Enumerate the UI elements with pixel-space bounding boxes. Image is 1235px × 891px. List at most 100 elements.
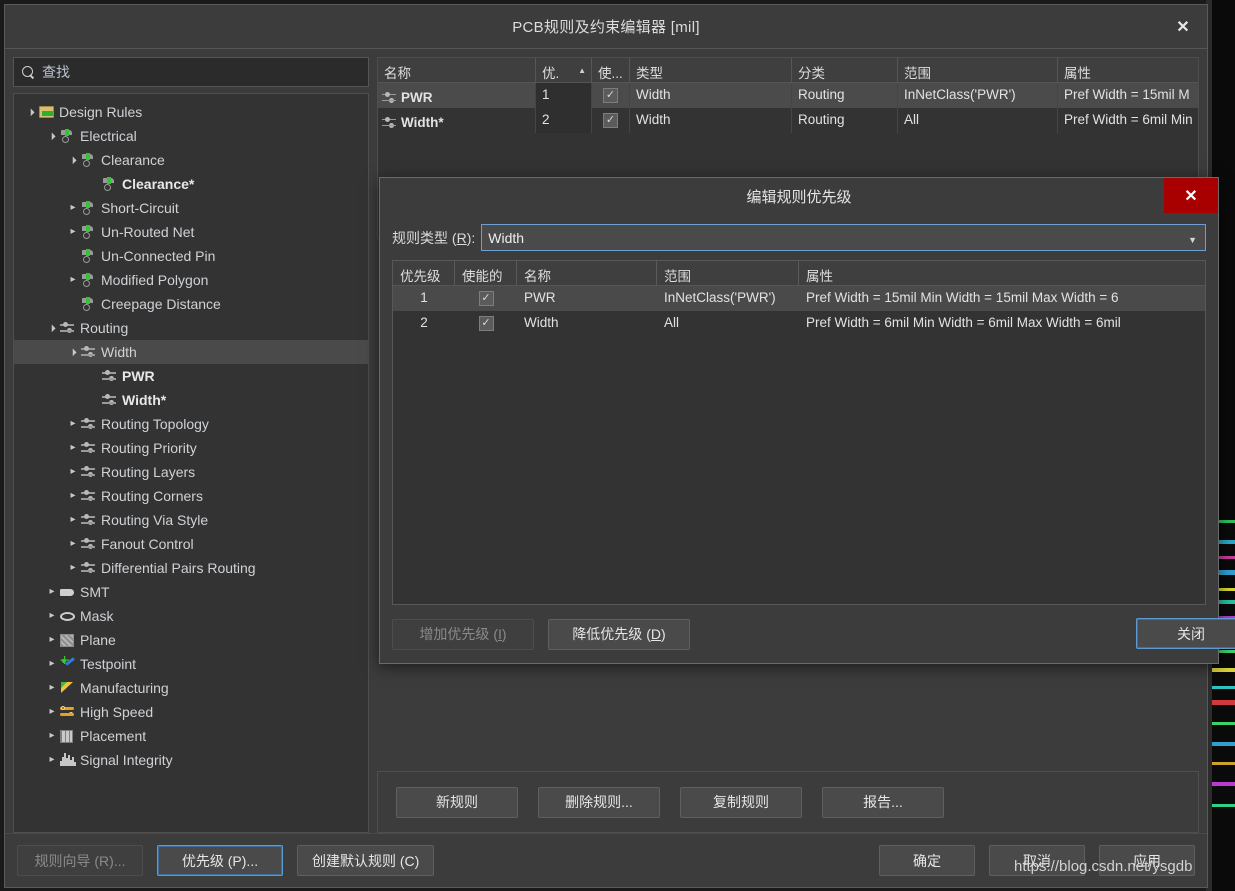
rules-table-body[interactable]: PWR 1 ✓ Width Routing InNetClass('PWR') Pref W…	[378, 83, 1198, 133]
priority-table-col-header[interactable]: 优先级	[393, 261, 455, 285]
dialog-close-button[interactable]: 关闭	[1136, 618, 1235, 649]
rules-table-col-header[interactable]: 属性	[1058, 58, 1198, 82]
chevron-right-icon[interactable]: ▸	[45, 635, 59, 645]
tree-item-plane[interactable]: ▸ Plane	[14, 628, 368, 652]
chevron-right-icon[interactable]: ▸	[66, 227, 80, 237]
chevron-right-icon[interactable]: ▸	[45, 587, 59, 597]
rules-table-col-header[interactable]: 名称	[378, 58, 536, 82]
design-rules-tree[interactable]: ◢ Design Rules ◢ Electrical ◢ Clearance Cleara…	[13, 93, 369, 833]
chevron-down-icon[interactable]: ▼	[1188, 235, 1197, 245]
tree-item-label: Creepage Distance	[101, 296, 221, 312]
cancel-button[interactable]: 取消	[989, 845, 1085, 876]
chevron-down-icon[interactable]: ◢	[66, 153, 81, 168]
tree-item-clearance[interactable]: Clearance*	[14, 172, 368, 196]
checkbox-checked-icon[interactable]: ✓	[478, 291, 494, 306]
table-row[interactable]: Width* 2 ✓ Width Routing All Pref Width = 6mil…	[378, 108, 1198, 133]
apply-button[interactable]: 应用	[1099, 845, 1195, 876]
search-box[interactable]	[13, 57, 369, 87]
priority-table-col-header[interactable]: 范围	[657, 261, 799, 285]
priority-table-col-header[interactable]: 名称	[517, 261, 657, 285]
chevron-right-icon[interactable]: ▸	[66, 563, 80, 573]
duplicate-rule-button[interactable]: 复制规则	[680, 786, 802, 818]
rule-wizard-button[interactable]: 规则向导 (R)...	[17, 845, 143, 876]
tree-item-routing-layers[interactable]: ▸ Routing Layers	[14, 460, 368, 484]
tree-item-high-speed[interactable]: ▸ High Speed	[14, 700, 368, 724]
tree-item-testpoint[interactable]: ▸ ✛ Testpoint	[14, 652, 368, 676]
rule-enabled-cell[interactable]: ✓	[592, 108, 630, 133]
tree-item-width[interactable]: Width*	[14, 388, 368, 412]
chevron-right-icon[interactable]: ▸	[66, 515, 80, 525]
rules-table-col-header[interactable]: 使...	[592, 58, 630, 82]
tree-item-design-rules[interactable]: ◢ Design Rules	[14, 100, 368, 124]
enabled-cell[interactable]: ✓	[455, 286, 517, 311]
chevron-right-icon[interactable]: ▸	[45, 611, 59, 621]
table-row[interactable]: PWR 1 ✓ Width Routing InNetClass('PWR') Pref W…	[378, 83, 1198, 108]
dialog-close-icon[interactable]: ✕	[1164, 178, 1218, 213]
chevron-right-icon[interactable]: ▸	[45, 659, 59, 669]
checkbox-checked-icon[interactable]: ✓	[603, 113, 618, 128]
tree-item-placement[interactable]: ▸ Placement	[14, 724, 368, 748]
chevron-right-icon[interactable]: ▸	[45, 683, 59, 693]
rules-table-col-header[interactable]: 优. ▲	[536, 58, 592, 82]
delete-rule-button[interactable]: 删除规则...	[538, 786, 660, 818]
enabled-cell[interactable]: ✓	[455, 311, 517, 336]
checkbox-checked-icon[interactable]: ✓	[478, 316, 494, 331]
chevron-right-icon[interactable]: ▸	[66, 443, 80, 453]
decrease-priority-button[interactable]: 降低优先级 (D)	[548, 618, 690, 650]
rules-table-col-header[interactable]: 分类	[792, 58, 898, 82]
tree-item-pwr[interactable]: PWR	[14, 364, 368, 388]
tree-item-short-circuit[interactable]: ▸ Short-Circuit	[14, 196, 368, 220]
priority-table[interactable]: 优先级 使能的 名称 范围 属性 1 ✓ PWR InNetClass('PWR') Pref …	[392, 260, 1206, 605]
table-row[interactable]: 2 ✓ Width All Pref Width = 6mil Min Width = …	[393, 311, 1205, 336]
report-button[interactable]: 报告...	[822, 786, 944, 818]
chevron-right-icon[interactable]: ▸	[66, 419, 80, 429]
chevron-right-icon[interactable]: ▸	[45, 755, 59, 765]
create-default-rules-button[interactable]: 创建默认规则 (C)	[297, 845, 435, 876]
chevron-down-icon[interactable]: ◢	[66, 345, 81, 360]
tree-item-differential-pairs-routing[interactable]: ▸ Differential Pairs Routing	[14, 556, 368, 580]
chevron-down-icon[interactable]: ◢	[45, 321, 60, 336]
rule-type-select[interactable]: Width ▼	[481, 224, 1206, 251]
search-input[interactable]	[42, 64, 360, 80]
rule-enabled-cell[interactable]: ✓	[592, 83, 630, 108]
priority-table-col-header[interactable]: 属性	[799, 261, 1205, 285]
increase-priority-button[interactable]: 增加优先级 (I)	[392, 618, 534, 650]
tree-item-modified-polygon[interactable]: ▸ Modified Polygon	[14, 268, 368, 292]
priority-table-col-header[interactable]: 使能的	[455, 261, 517, 285]
tree-item-label: SMT	[80, 584, 110, 600]
chevron-right-icon[interactable]: ▸	[66, 275, 80, 285]
table-row[interactable]: 1 ✓ PWR InNetClass('PWR') Pref Width = 15mil…	[393, 286, 1205, 311]
chevron-right-icon[interactable]: ▸	[66, 467, 80, 477]
tree-item-routing[interactable]: ◢ Routing	[14, 316, 368, 340]
close-icon[interactable]: ✕	[1159, 5, 1207, 48]
tree-item-routing-topology[interactable]: ▸ Routing Topology	[14, 412, 368, 436]
chevron-down-icon[interactable]: ◢	[45, 129, 60, 144]
rules-table-col-header[interactable]: 范围	[898, 58, 1058, 82]
tree-item-fanout-control[interactable]: ▸ Fanout Control	[14, 532, 368, 556]
tree-item-manufacturing[interactable]: ▸ Manufacturing	[14, 676, 368, 700]
tree-item-mask[interactable]: ▸ Mask	[14, 604, 368, 628]
rules-table-col-header[interactable]: 类型	[630, 58, 792, 82]
tree-item-clearance[interactable]: ◢ Clearance	[14, 148, 368, 172]
tree-item-smt[interactable]: ▸ SMT	[14, 580, 368, 604]
chevron-right-icon[interactable]: ▸	[66, 539, 80, 549]
chevron-right-icon[interactable]: ▸	[45, 707, 59, 717]
checkbox-checked-icon[interactable]: ✓	[603, 88, 618, 103]
tree-item-signal-integrity[interactable]: ▸ Signal Integrity	[14, 748, 368, 772]
tree-item-creepage-distance[interactable]: Creepage Distance	[14, 292, 368, 316]
chevron-down-icon[interactable]: ◢	[24, 105, 39, 120]
tree-item-width[interactable]: ◢ Width	[14, 340, 368, 364]
new-rule-button[interactable]: 新规则	[396, 786, 518, 818]
tree-item-electrical[interactable]: ◢ Electrical	[14, 124, 368, 148]
priorities-button[interactable]: 优先级 (P)...	[157, 845, 283, 876]
tree-item-routing-via-style[interactable]: ▸ Routing Via Style	[14, 508, 368, 532]
chevron-right-icon[interactable]: ▸	[66, 203, 80, 213]
chevron-right-icon[interactable]: ▸	[66, 491, 80, 501]
tree-item-un-routed-net[interactable]: ▸ Un-Routed Net	[14, 220, 368, 244]
tree-item-routing-priority[interactable]: ▸ Routing Priority	[14, 436, 368, 460]
tree-item-un-connected-pin[interactable]: Un-Connected Pin	[14, 244, 368, 268]
ok-button[interactable]: 确定	[879, 845, 975, 876]
priority-table-body[interactable]: 1 ✓ PWR InNetClass('PWR') Pref Width = 15mil…	[393, 286, 1205, 336]
chevron-right-icon[interactable]: ▸	[45, 731, 59, 741]
tree-item-routing-corners[interactable]: ▸ Routing Corners	[14, 484, 368, 508]
